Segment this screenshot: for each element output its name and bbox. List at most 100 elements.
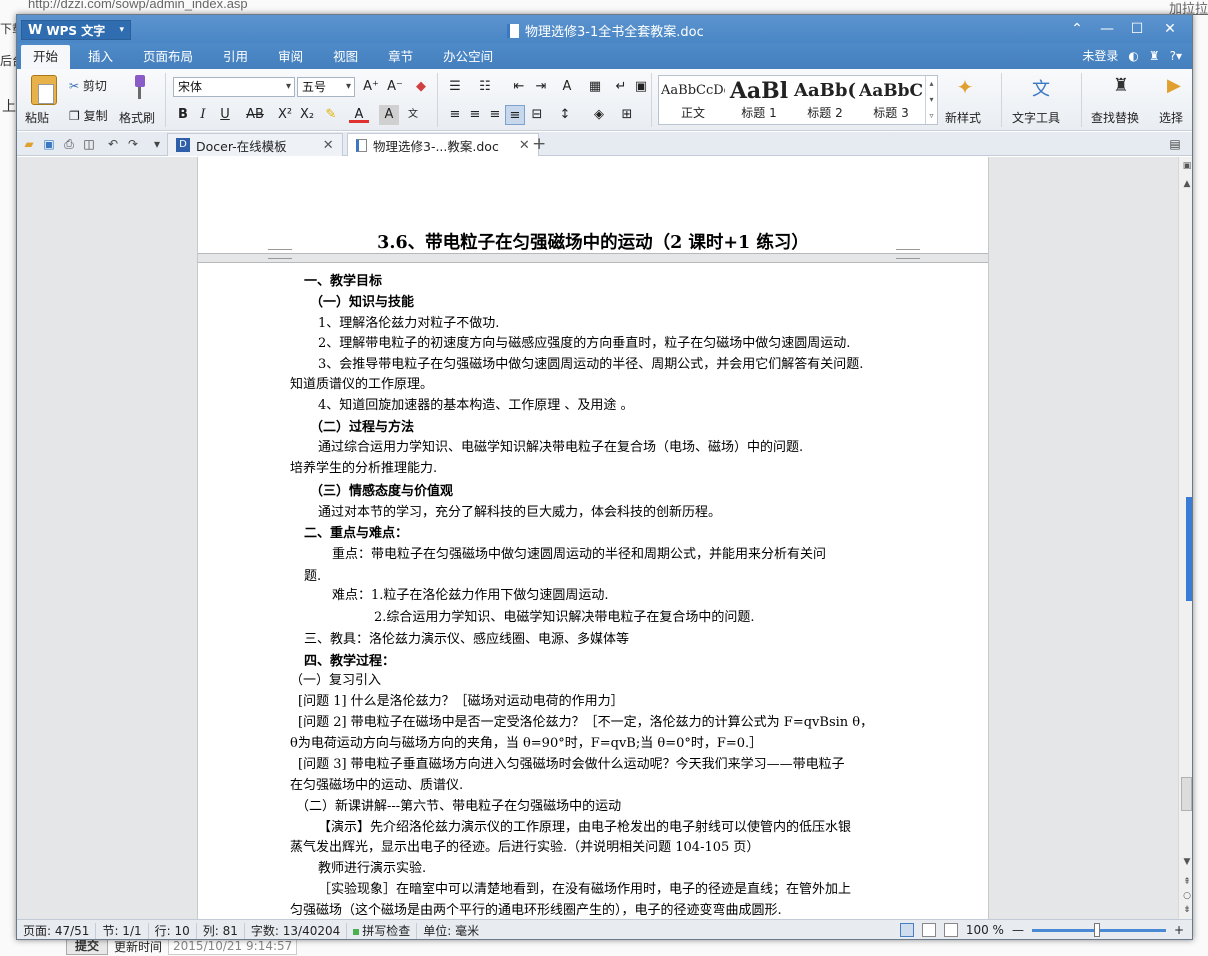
new-tab-button[interactable]: + [532, 134, 546, 154]
spell-check-toggle[interactable]: 拼写检查 [347, 922, 418, 939]
bullets-icon[interactable]: ☰ [445, 77, 465, 97]
show-marks-icon[interactable]: ↵ [611, 77, 631, 97]
tab-insert[interactable]: 插入 [76, 45, 125, 69]
line-spacing-icon[interactable]: ↕ [555, 105, 575, 125]
status-word-count[interactable]: 字数: 13/40204 [245, 922, 348, 939]
tab-list-icon[interactable]: ▤ [1167, 136, 1183, 152]
align-center-icon[interactable]: ≡ [465, 105, 485, 125]
tab-office-space[interactable]: 办公空间 [431, 45, 505, 69]
print-icon[interactable]: ⎙ [61, 136, 77, 152]
zoom-slider-thumb[interactable] [1093, 922, 1100, 937]
outline-view-icon[interactable] [921, 923, 936, 937]
save-icon[interactable]: ▣ [41, 136, 57, 152]
decrease-indent-icon[interactable]: ⇤ [509, 77, 529, 97]
status-unit[interactable]: 单位: 毫米 [417, 923, 485, 939]
shading-icon[interactable]: ◈ [589, 105, 609, 125]
paste-icon[interactable] [31, 75, 57, 105]
tab-document[interactable]: 物理选修3-...教案.doc ✕ [347, 133, 539, 156]
tab-page-layout[interactable]: 页面布局 [131, 45, 205, 69]
help-icon[interactable]: ?▾ [1170, 49, 1182, 63]
close-tab-icon[interactable]: ✕ [519, 138, 530, 153]
tab-references[interactable]: 引用 [211, 45, 260, 69]
app-menu-button[interactable]: W WPS 文字 ▾ [21, 20, 131, 40]
distributed-icon[interactable]: ⊟ [527, 105, 547, 125]
select-button[interactable]: 选择 [1159, 109, 1183, 126]
document-line: [问题 2] 带电粒子在磁场中是否一定受洛伦兹力？［不一定，洛伦兹力的计算公式为… [298, 715, 874, 730]
underline-button[interactable]: U [215, 105, 235, 125]
tab-view[interactable]: 视图 [321, 45, 370, 69]
pin-icon[interactable]: ▣ [1179, 161, 1192, 171]
tab-home[interactable]: 开始 [21, 45, 71, 69]
strikethrough-button[interactable]: AB [243, 105, 267, 125]
text-direction-icon[interactable]: A [557, 77, 577, 97]
grow-font-button[interactable]: A⁺ [361, 77, 381, 97]
styles-scroll[interactable]: ▴ ▾ ▿ [925, 76, 937, 124]
char-shading-icon[interactable]: A [379, 105, 399, 125]
table-icon[interactable]: ▦ [585, 77, 605, 97]
undo-icon[interactable]: ↶ [105, 136, 121, 152]
text-tools-button[interactable]: 文字工具 [1012, 109, 1060, 126]
subscript-button[interactable]: X₂ [297, 105, 317, 125]
close-tab-icon[interactable]: ✕ [323, 138, 334, 153]
status-page[interactable]: 页面: 47/51 [17, 922, 97, 939]
style-heading-1[interactable]: AaBl 标题 1 [727, 76, 791, 124]
open-folder-icon[interactable]: ▰ [21, 136, 37, 152]
phonetic-guide-icon[interactable]: 文 [403, 105, 423, 125]
title-bar[interactable]: W WPS 文字 ▾ 物理选修3-1全书全套教案.doc ⌃ — ☐ ✕ [17, 15, 1192, 43]
font-size-select[interactable]: 五号 [297, 77, 355, 97]
format-painter-icon[interactable] [127, 75, 149, 101]
scroll-up-icon[interactable]: ▲ [1179, 179, 1192, 189]
tab-review[interactable]: 审阅 [266, 45, 315, 69]
paste-button[interactable]: 粘贴 [25, 109, 49, 126]
web-view-icon[interactable] [943, 923, 958, 937]
document-page[interactable]: 3.6、带电粒子在匀强磁场中的运动（2 课时+1 练习） 一、教学目标 （一）知识… [197, 157, 989, 919]
customize-quick-access-icon[interactable]: ▾ [149, 136, 165, 152]
close-button[interactable]: ✕ [1155, 18, 1185, 40]
new-style-button[interactable]: 新样式 [945, 109, 981, 126]
maximize-button[interactable]: ☐ [1122, 18, 1152, 40]
style-heading-3[interactable]: AaBbC 标题 3 [859, 76, 923, 124]
redo-icon[interactable]: ↷ [125, 136, 141, 152]
find-replace-button[interactable]: 查找替换 [1091, 109, 1139, 126]
justify-icon[interactable]: ≡ [505, 105, 525, 125]
browse-object-icon[interactable]: ○ [1179, 891, 1192, 901]
tab-stops-icon[interactable]: ▣ [631, 77, 651, 97]
tab-section[interactable]: 章节 [376, 45, 425, 69]
prev-page-icon[interactable]: ⇞ [1179, 877, 1192, 887]
scroll-down-icon[interactable]: ▼ [1179, 857, 1192, 867]
format-painter-button[interactable]: 格式刷 [119, 109, 155, 126]
align-left-icon[interactable]: ≡ [445, 105, 465, 125]
zoom-slider[interactable] [1031, 922, 1166, 937]
cut-button[interactable]: ✂ 剪切 [69, 77, 107, 94]
shirt-icon[interactable]: ♜ [1149, 49, 1160, 63]
print-preview-icon[interactable]: ◫ [81, 136, 97, 152]
next-page-icon[interactable]: ⇟ [1179, 905, 1192, 915]
page-view-icon[interactable] [899, 923, 914, 937]
zoom-in-button[interactable]: + [1174, 923, 1184, 937]
superscript-button[interactable]: X² [275, 105, 295, 125]
side-panel-handle[interactable] [1186, 497, 1192, 601]
align-right-icon[interactable]: ≡ [485, 105, 505, 125]
bold-button[interactable]: B [173, 105, 193, 125]
zoom-out-button[interactable]: — [1012, 923, 1024, 937]
status-section: 节: 1/1 [96, 922, 149, 939]
login-status[interactable]: 未登录 [1082, 47, 1118, 64]
font-name-select[interactable]: 宋体 [173, 77, 295, 97]
skin-icon[interactable]: ◐ [1128, 49, 1138, 63]
collapse-ribbon-button[interactable]: ⌃ [1062, 18, 1092, 40]
minimize-button[interactable]: — [1092, 18, 1122, 40]
font-color-icon[interactable]: A [349, 105, 369, 123]
borders-icon[interactable]: ⊞ [617, 105, 637, 125]
italic-button[interactable]: I [193, 105, 213, 125]
shrink-font-button[interactable]: A⁻ [385, 77, 405, 97]
clear-format-icon[interactable]: ◆ [411, 77, 431, 97]
scrollbar-thumb[interactable] [1181, 777, 1192, 811]
highlight-icon[interactable]: ✎ [321, 105, 341, 125]
document-line: （二）新课讲解---第六节、带电粒子在匀强磁场中的运动 [296, 799, 622, 814]
style-heading-2[interactable]: AaBb( 标题 2 [793, 76, 857, 124]
tab-docer[interactable]: D Docer-在线模板 ✕ [167, 133, 343, 156]
copy-button[interactable]: ❐ 复制 [69, 107, 108, 124]
style-normal[interactable]: AaBbCcDd 正文 [661, 76, 725, 124]
numbering-icon[interactable]: ☷ [475, 77, 495, 97]
increase-indent-icon[interactable]: ⇥ [531, 77, 551, 97]
